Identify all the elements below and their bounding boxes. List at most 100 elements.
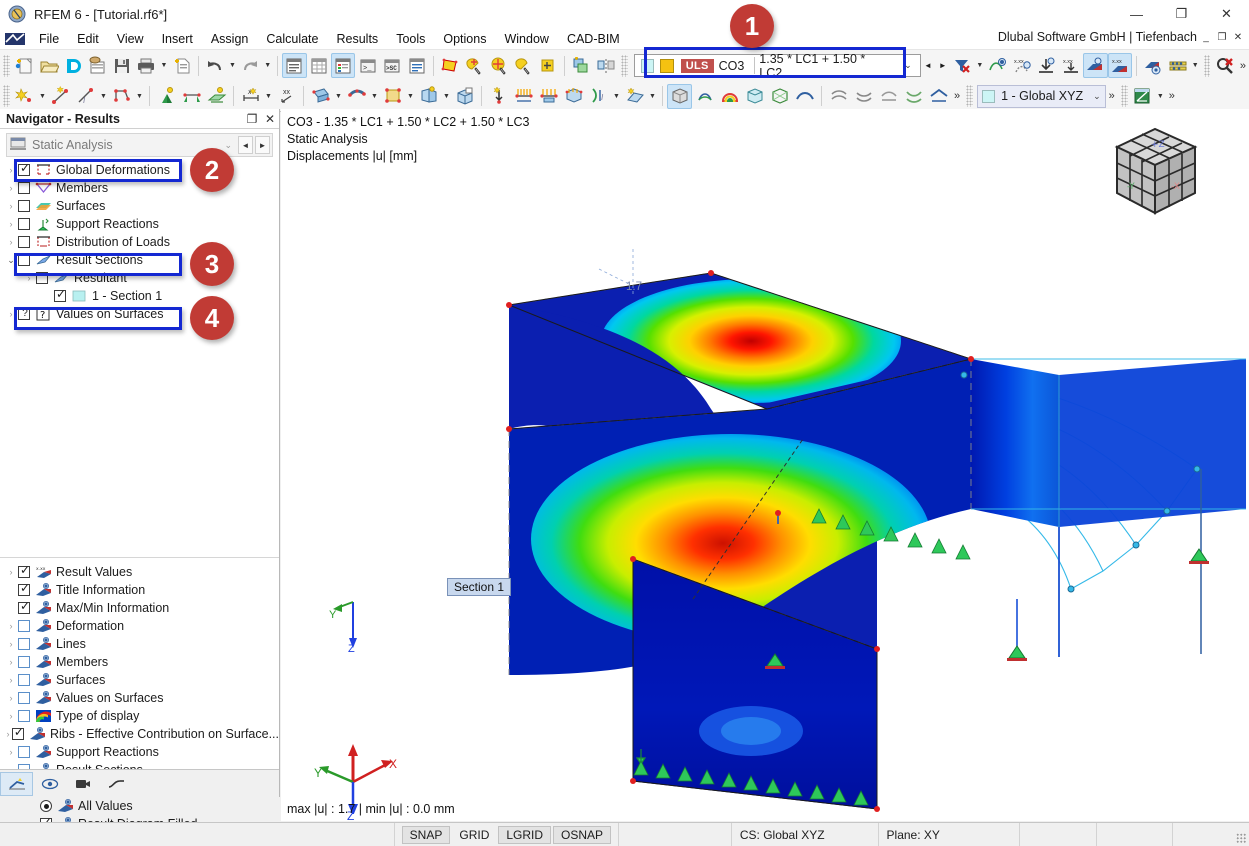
navigator-sections-tab[interactable] <box>99 772 132 796</box>
chevron-right-icon[interactable]: › <box>4 621 18 631</box>
navigation-cube[interactable]: +Z -Y -X <box>1109 119 1204 224</box>
checkbox[interactable] <box>18 564 31 578</box>
legend-dropdown-caret[interactable]: ▼ <box>1190 53 1201 78</box>
display-item-ribs-effective-contribution-on-surface[interactable]: › Ribs - Effective Contribution on Surfac… <box>0 725 279 743</box>
doc-close-button[interactable]: ✕ <box>1231 30 1245 45</box>
save-button[interactable] <box>110 53 134 78</box>
toolbar-grip-2[interactable] <box>620 54 628 77</box>
new-member-button[interactable] <box>308 84 333 109</box>
menu-item-view[interactable]: View <box>108 30 153 48</box>
checkbox[interactable] <box>18 620 30 632</box>
chevron-right-icon[interactable]: › <box>4 693 18 703</box>
render-solid-button[interactable] <box>667 83 692 109</box>
checkbox[interactable] <box>18 600 31 614</box>
undock-icon[interactable]: ❐ <box>243 112 261 126</box>
display-item-result-values[interactable]: › x.xx Result Values <box>0 563 279 581</box>
chevron-right-icon[interactable]: › <box>4 219 18 229</box>
line-support-button[interactable] <box>179 84 204 109</box>
chevron-right-icon[interactable]: › <box>4 639 18 649</box>
support-reactions-button[interactable] <box>1034 53 1058 78</box>
menu-item-file[interactable]: File <box>30 30 68 48</box>
script-button[interactable]: >SC <box>380 53 404 78</box>
toolbar-overflow-button[interactable]: » <box>1237 60 1249 72</box>
dimension-dropdown-caret[interactable]: ▼ <box>263 84 274 109</box>
chevron-down-icon[interactable]: ⌄ <box>4 255 18 266</box>
select-objects-button[interactable] <box>438 53 462 78</box>
load-combination-box[interactable]: ULS CO3 1.35 * LC1 + 1.50 * LC2... ⌄ <box>633 52 921 80</box>
tree-item-members[interactable]: › Members <box>0 179 279 197</box>
resize-grip[interactable] <box>1236 833 1246 843</box>
surface-load-button[interactable] <box>561 84 586 109</box>
result-sections-display-button[interactable] <box>1083 53 1108 78</box>
chevron-right-icon[interactable]: › <box>4 183 18 193</box>
doc-restore-button[interactable]: ❐ <box>1215 30 1229 45</box>
result-values-button[interactable]: x.xx <box>1010 53 1034 78</box>
result-section-tool-button[interactable]: I <box>586 84 611 109</box>
new-member-set-button[interactable] <box>344 84 369 109</box>
select-add-button[interactable] <box>536 53 560 78</box>
chevron-down-icon[interactable]: ⌄ <box>1093 91 1101 102</box>
dimension-button[interactable]: x <box>238 84 263 109</box>
section-label[interactable]: Section 1 <box>447 578 512 596</box>
select-all-button[interactable] <box>487 53 511 78</box>
section-tool-dropdown-caret[interactable]: ▼ <box>611 84 622 109</box>
chevron-down-icon[interactable]: ⌄ <box>218 140 238 151</box>
menu-item-edit[interactable]: Edit <box>68 30 108 48</box>
analysis-next-button[interactable]: ► <box>255 136 270 154</box>
member-dropdown-caret[interactable]: ▼ <box>333 84 344 109</box>
menu-item-calculate[interactable]: Calculate <box>257 30 327 48</box>
display-item-surfaces[interactable]: › Surfaces <box>0 671 279 689</box>
chevron-right-icon[interactable]: › <box>4 657 18 667</box>
tree-item-global-deformations[interactable]: › Global Deformations <box>0 161 279 179</box>
info-panel-button[interactable] <box>404 53 428 78</box>
checkbox[interactable] <box>54 288 67 302</box>
chevron-right-icon[interactable]: › <box>4 309 18 319</box>
filter-dropdown-caret[interactable]: ▼ <box>975 53 986 78</box>
checkbox[interactable] <box>18 692 30 704</box>
display-item-support-reactions[interactable]: › Support Reactions <box>0 743 279 761</box>
mirror-button[interactable] <box>593 53 617 78</box>
view-top-button[interactable] <box>876 84 901 109</box>
render-wire-button[interactable] <box>692 84 717 109</box>
menu-item-window[interactable]: Window <box>495 30 557 48</box>
menu-item-options[interactable]: Options <box>434 30 495 48</box>
tree-item-distribution-of-loads[interactable]: › Distribution of Loads <box>0 233 279 251</box>
analysis-prev-button[interactable]: ◄ <box>238 136 253 154</box>
toolbar2-grip-2[interactable] <box>966 85 974 107</box>
tree-item-surfaces[interactable]: › Surfaces <box>0 197 279 215</box>
checkbox[interactable] <box>11 726 25 740</box>
view-cs-selector[interactable]: 1 - Global XYZ ⌄ <box>977 84 1106 108</box>
new-node-button[interactable] <box>12 84 37 109</box>
checkbox[interactable] <box>18 182 30 194</box>
display-item-deformation[interactable]: › Deformation <box>0 617 279 635</box>
analysis-type-combo[interactable]: Static Analysis ⌄ ◄ ► <box>6 133 273 157</box>
load-combination-selector[interactable]: ULS CO3 1.35 * LC1 + 1.50 * LC2... ⌄ <box>633 52 921 80</box>
display-properties-button[interactable] <box>330 53 356 78</box>
node-dropdown-caret[interactable]: ▼ <box>37 84 48 109</box>
checkbox[interactable] <box>18 674 30 686</box>
chevron-right-icon[interactable]: › <box>4 711 18 721</box>
surface-support-button[interactable] <box>204 84 229 109</box>
table-view-caret[interactable]: ▼ <box>1155 84 1166 109</box>
checkbox[interactable] <box>18 638 30 650</box>
deselect-button[interactable] <box>511 53 535 78</box>
display-item-title-information[interactable]: Title Information <box>0 581 279 599</box>
chevron-right-icon[interactable]: › <box>4 201 18 211</box>
toolbar2-overflow-button[interactable]: » <box>951 90 963 102</box>
clipping-plane-button[interactable] <box>622 84 647 109</box>
checkbox[interactable] <box>18 710 30 722</box>
menu-item-cad-bim[interactable]: CAD-BIM <box>558 30 629 48</box>
new-model-button[interactable] <box>12 53 36 78</box>
checkbox[interactable] <box>18 746 30 758</box>
navigator-views-tab[interactable] <box>66 772 99 796</box>
redo-dropdown-caret[interactable]: ▼ <box>262 53 273 78</box>
line-load-button[interactable] <box>536 84 561 109</box>
tables-toggle-button[interactable] <box>307 53 331 78</box>
member-load-button[interactable] <box>511 84 536 109</box>
close-button[interactable]: ✕ <box>1204 0 1249 28</box>
line-dropdown-caret[interactable]: ▼ <box>98 84 109 109</box>
display-item-lines[interactable]: › Lines <box>0 635 279 653</box>
printout-report-button[interactable] <box>169 53 193 78</box>
maximize-button[interactable]: ❐ <box>1159 0 1204 28</box>
chevron-right-icon[interactable]: › <box>4 567 18 577</box>
